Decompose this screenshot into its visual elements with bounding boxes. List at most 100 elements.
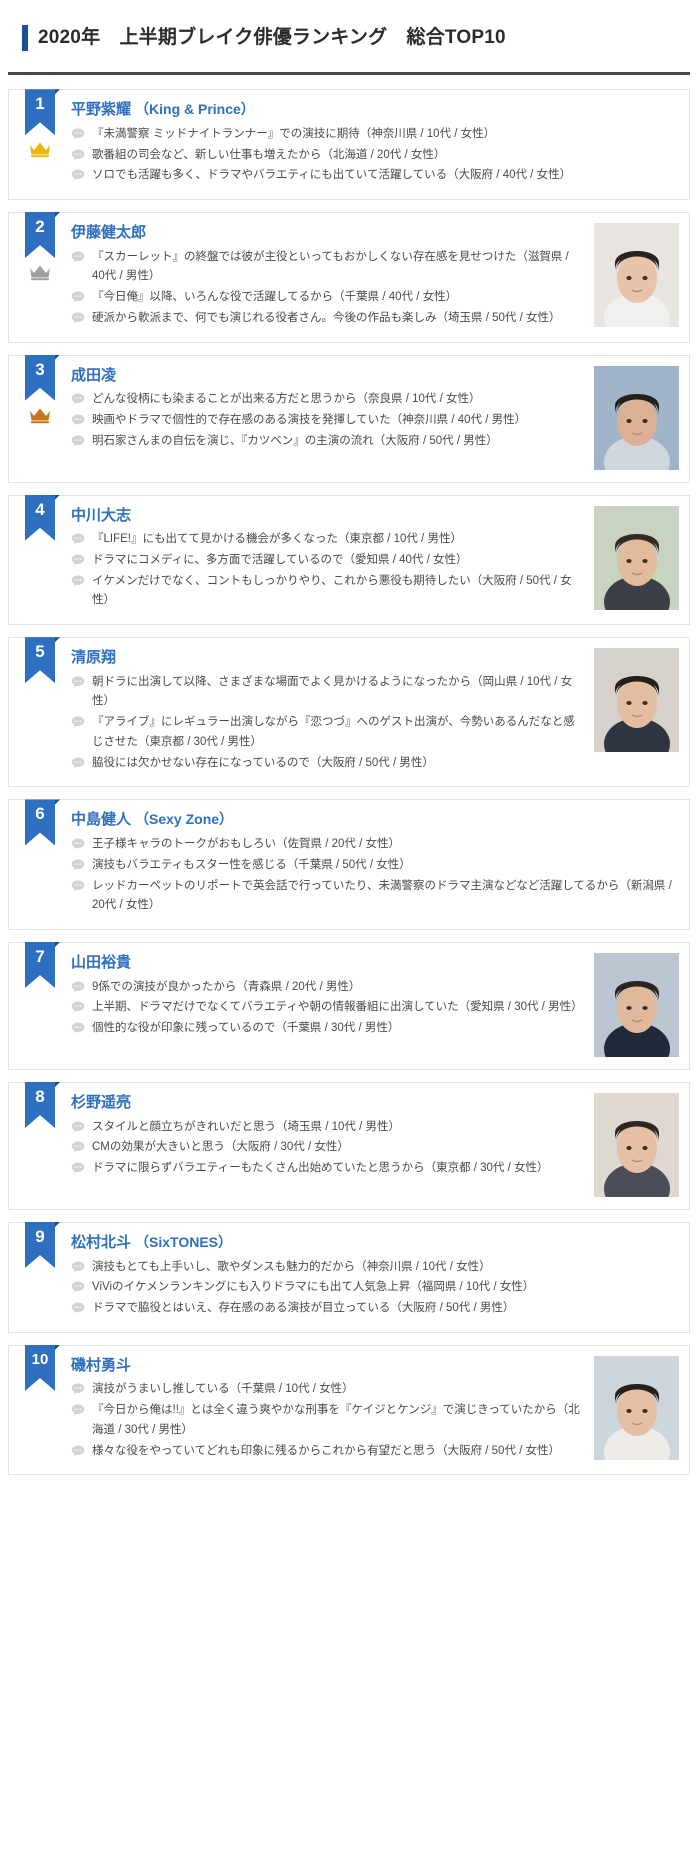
actor-name[interactable]: 平野紫耀 （King & Prince） [71, 100, 675, 120]
comment-bubble-icon [71, 1022, 85, 1034]
comment-item: CMの効果が大きいと思う（大阪府 / 30代 / 女性） [71, 1138, 582, 1158]
comment-text: イケメンだけでなく、コントもしっかりやり、これから悪役も期待したい（大阪府 / … [92, 574, 572, 607]
rank-card-body: 平野紫耀 （King & Prince） 『未満警察 ミッドナイトランナー』での演技… [71, 100, 679, 187]
comment-text: ドラマにコメディに、多方面で活躍しているので（愛知県 / 40代 / 女性） [92, 553, 468, 566]
comment-bubble-icon [71, 414, 85, 426]
comment-item: イケメンだけでなく、コントもしっかりやり、これから悪役も期待したい（大阪府 / … [71, 572, 582, 612]
rank-number-ribbon: 4 [25, 494, 55, 541]
rank-badge-column: 4 [19, 494, 71, 613]
comment-text: ドラマに限らずバラエティーもたくさん出始めていたと思うから（東京都 / 30代 … [92, 1162, 549, 1175]
actor-name-text: 中川大志 [71, 506, 132, 524]
actor-name[interactable]: 松村北斗 （SixTONES） [71, 1233, 675, 1253]
comment-text: 演技がうまいし推している（千葉県 / 10代 / 女性） [92, 1383, 354, 1396]
comment-text: 上半期、ドラマだけでなくてバラエティや朝の情報番組に出演していた（愛知県 / 3… [92, 1001, 583, 1014]
actor-name[interactable]: 中川大志 [71, 506, 582, 526]
rank-card-body: 松村北斗 （SixTONES） 演技もとても上手いし、歌やダンスも魅力的だから（神奈… [71, 1233, 679, 1320]
rank-number-ribbon: 2 [25, 212, 55, 259]
ranking-page: 2020年 上半期ブレイク俳優ランキング 総合TOP10 1 平野紫耀 （King … [0, 0, 698, 1501]
comment-bubble-icon [71, 716, 85, 728]
actor-name-text: 杉野遥亮 [71, 1094, 132, 1112]
actor-name-text: 中島健人 [71, 811, 132, 829]
ribbon-fold-corner [55, 637, 60, 643]
crown-icon [27, 406, 53, 426]
comment-text: 『スカーレット』の終盤では彼が主役といってもおかしくない存在感を見せつけた（滋賀… [92, 250, 569, 283]
rank-card-body: 中島健人 （Sexy Zone） 王子様キャラのトークがおもしろい（佐賀県 / 20… [71, 810, 679, 917]
comment-bubble-icon [71, 393, 85, 405]
comment-text: スタイルと顔立ちがきれいだと思う（埼玉県 / 10代 / 男性） [92, 1120, 400, 1133]
rank-badge-column: 3 [19, 354, 71, 470]
comment-list: どんな役柄にも染まることが出来る方だと思うから（奈良県 / 10代 / 女性） 映… [71, 390, 582, 451]
actor-photo [594, 648, 679, 753]
comment-text: 『今日から俺は!!』とは全く違う爽やかな刑事を『ケイジとケンジ』で演じきっていた… [92, 1404, 580, 1436]
actor-group-name: （King & Prince） [135, 101, 255, 118]
comment-item: ソロでも活躍も多く、ドラマやバラエティにも出ていて活躍している（大阪府 / 40… [71, 166, 675, 186]
comment-list: 朝ドラに出演して以降、さまざまな場面でよく見かけるようになったから（岡山県 / … [71, 673, 582, 774]
rank-card-content: 伊藤健太郎『スカーレット』の終盤では彼が主役といってもおかしくない存在感を見せつ… [71, 223, 588, 330]
comment-bubble-icon [71, 169, 85, 181]
comment-bubble-icon [71, 880, 85, 892]
actor-name[interactable]: 山田裕貴 [71, 953, 582, 973]
comment-item: 『アライブ』にレギュラー出演しながら『恋つづ』へのゲスト出演が、今勢いあるんだな… [71, 713, 582, 753]
rank-card-content: 磯村勇斗演技がうまいし推している（千葉県 / 10代 / 女性） 『今日から俺は!… [71, 1356, 588, 1463]
comment-text: CMの効果が大きいと思う（大阪府 / 30代 / 女性） [92, 1141, 349, 1154]
comment-text: ソロでも活躍も多く、ドラマやバラエティにも出ていて活躍している（大阪府 / 40… [92, 169, 572, 182]
rank-card-content: 清原翔朝ドラに出演して以降、さまざまな場面でよく見かけるようになったから（岡山県… [71, 648, 588, 774]
rank-card: 2 伊藤健太郎『スカーレット』の終盤では彼が主役といってもおかしくない存在感を見せ… [8, 212, 690, 343]
actor-name[interactable]: 伊藤健太郎 [71, 223, 582, 243]
rank-card-content: 松村北斗 （SixTONES） 演技もとても上手いし、歌やダンスも魅力的だから（神奈… [71, 1233, 679, 1320]
page-title: 2020年 上半期ブレイク俳優ランキング 総合TOP10 [38, 26, 506, 48]
comment-item: 『今日俺』以降、いろんな役で活躍してるから（千葉県 / 40代 / 女性） [71, 288, 582, 308]
rank-number-ribbon: 6 [25, 799, 55, 846]
rank-number-ribbon: 8 [25, 1082, 55, 1129]
header-accent-bar [22, 25, 28, 52]
actor-photo [594, 1093, 679, 1198]
actor-name[interactable]: 清原翔 [71, 648, 582, 668]
rank-card: 5 清原翔 朝ドラに出演して以降、さまざまな場面でよく見かけるようになったから（岡山… [8, 637, 690, 788]
rank-badge-column: 8 [19, 1082, 71, 1197]
comment-bubble-icon [71, 1001, 85, 1013]
comment-bubble-icon [71, 435, 85, 447]
actor-name[interactable]: 磯村勇斗 [71, 1356, 582, 1376]
comment-bubble-icon [71, 575, 85, 587]
comment-text: 『アライブ』にレギュラー出演しながら『恋つづ』へのゲスト出演が、今勢いあるんだな… [92, 716, 575, 748]
actor-group-name: （SixTONES） [135, 1234, 233, 1251]
actor-photo [594, 365, 679, 470]
comment-bubble-icon [71, 1121, 85, 1133]
comment-item: 『未満警察 ミッドナイトランナー』での演技に期待（神奈川県 / 10代 / 女性… [71, 125, 675, 145]
rank-card-body: 磯村勇斗演技がうまいし推している（千葉県 / 10代 / 女性） 『今日から俺は!… [71, 1355, 679, 1463]
comment-text: 9係での演技が良かったから（青森県 / 20代 / 男性） [92, 980, 361, 993]
actor-name[interactable]: 成田凌 [71, 366, 582, 386]
crown-icon [27, 263, 53, 283]
ranking-list: 1 平野紫耀 （King & Prince） 『未満警察 ミッドナイトランナー』での演… [0, 89, 698, 1501]
rank-card-body: 中川大志『LIFE!』にも出てて見かける機会が多くなった（東京都 / 10代 /… [71, 505, 679, 613]
comment-text: 明石家さんまの自伝を演じ、『カツベン』の主演の流れ（大阪府 / 50代 / 男性… [92, 434, 498, 447]
ribbon-fold-corner [55, 89, 60, 95]
comment-bubble-icon [71, 1261, 85, 1273]
comment-item: 『スカーレット』の終盤では彼が主役といってもおかしくない存在感を見せつけた（滋賀… [71, 248, 582, 288]
comment-text: 『LIFE!』にも出てて見かける機会が多くなった（東京都 / 10代 / 男性） [92, 533, 462, 546]
rank-number-ribbon: 9 [25, 1222, 55, 1269]
comment-item: スタイルと顔立ちがきれいだと思う（埼玉県 / 10代 / 男性） [71, 1118, 582, 1138]
actor-name[interactable]: 中島健人 （Sexy Zone） [71, 810, 675, 830]
ribbon-fold-corner [55, 1344, 60, 1350]
rank-number-ribbon: 1 [25, 89, 55, 136]
actor-name-text: 山田裕貴 [71, 954, 132, 972]
rank-card-content: 中島健人 （Sexy Zone） 王子様キャラのトークがおもしろい（佐賀県 / 20… [71, 810, 679, 917]
comment-item: 歌番組の司会など、新しい仕事も増えたから（北海道 / 20代 / 女性） [71, 146, 675, 166]
rank-card: 1 平野紫耀 （King & Prince） 『未満警察 ミッドナイトランナー』での演… [8, 89, 690, 201]
comment-item: 9係での演技が良かったから（青森県 / 20代 / 男性） [71, 978, 582, 998]
comment-item: 硬派から軟派まで、何でも演じれる役者さん。今後の作品も楽しみ（埼玉県 / 50代… [71, 309, 582, 329]
actor-group-name: （Sexy Zone） [135, 811, 234, 828]
comment-bubble-icon [71, 1383, 85, 1395]
rank-card: 3 成田凌どんな役柄にも染まることが出来る方だと思うから（奈良県 / 10代 / … [8, 354, 690, 483]
rank-number-ribbon: 10 [25, 1344, 55, 1391]
comment-list: 『未満警察 ミッドナイトランナー』での演技に期待（神奈川県 / 10代 / 女性… [71, 125, 675, 186]
comment-text: 『未満警察 ミッドナイトランナー』での演技に期待（神奈川県 / 10代 / 女性… [92, 127, 496, 140]
ribbon-fold-corner [55, 354, 60, 360]
actor-name[interactable]: 杉野遥亮 [71, 1093, 582, 1113]
rank-badge-column: 6 [19, 799, 71, 917]
actor-name-text: 伊藤健太郎 [71, 224, 147, 242]
rank-card: 6 中島健人 （Sexy Zone） 王子様キャラのトークがおもしろい（佐賀県 / 2… [8, 799, 690, 931]
comment-bubble-icon [71, 149, 85, 161]
comment-bubble-icon [71, 981, 85, 993]
